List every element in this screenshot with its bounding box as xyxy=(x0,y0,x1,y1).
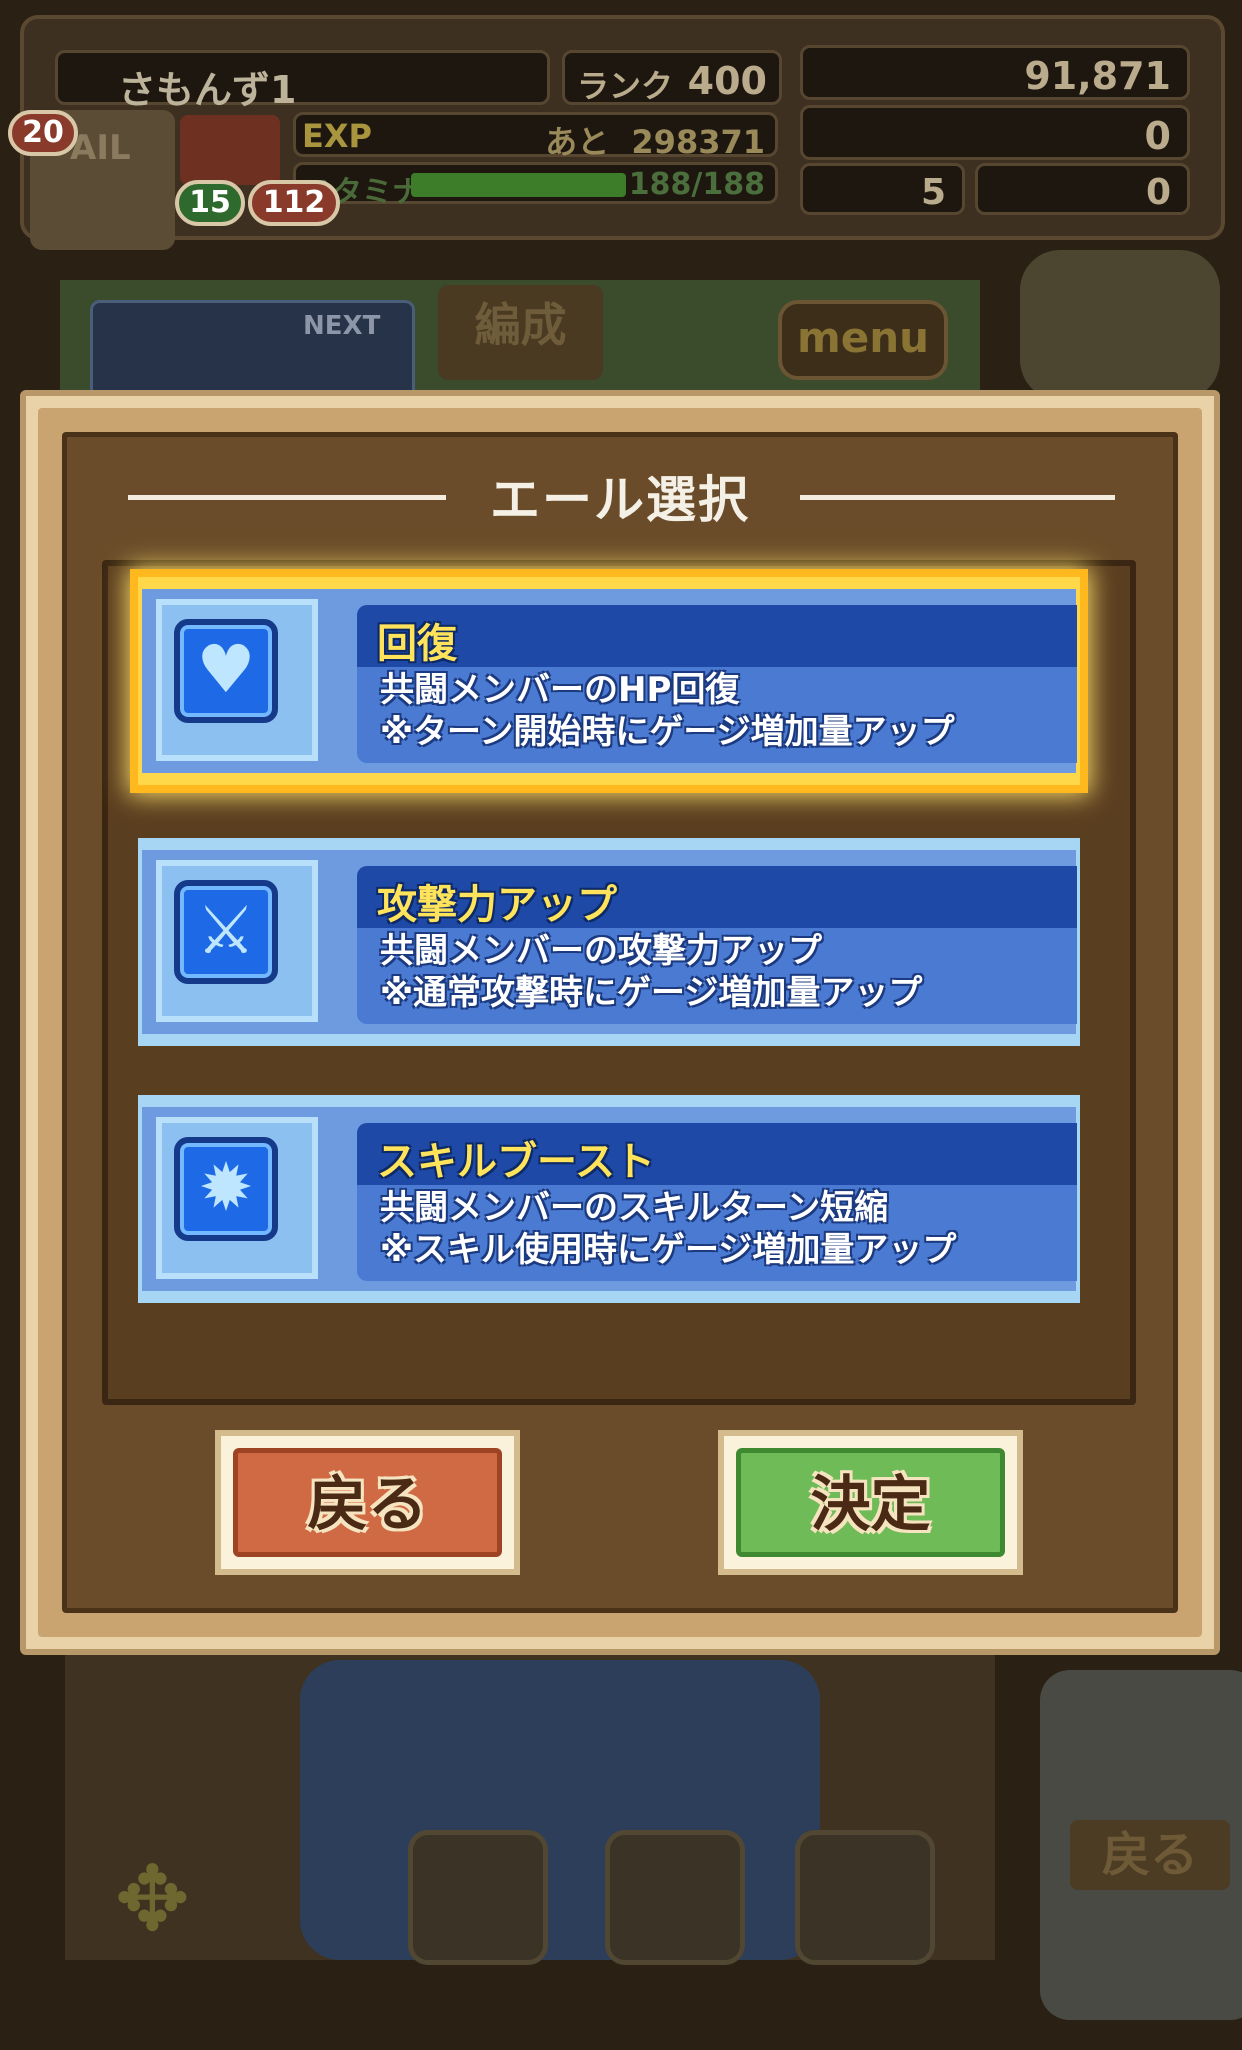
option-heal[interactable]: ♥ 回復 共闘メンバーのHP回復 ※ターン開始時にゲージ増加量アップ xyxy=(138,577,1080,785)
option-attack-up[interactable]: ⚔ 攻撃力アップ 共闘メンバーの攻撃力アップ ※通常攻撃時にゲージ増加量アップ xyxy=(138,838,1080,1046)
sword-icon: ⚔ xyxy=(174,880,278,984)
option-title: 回復 xyxy=(377,621,457,667)
option-skill-boost[interactable]: ✹ スキルブースト 共闘メンバーのスキルターン短縮 ※スキル使用時にゲージ増加量… xyxy=(138,1095,1080,1303)
confirm-button[interactable]: 決定 xyxy=(718,1430,1023,1575)
back-button-label: 戻る xyxy=(233,1448,502,1557)
confirm-button-label: 決定 xyxy=(736,1448,1005,1557)
option-description: 共闘メンバーのHP回復 ※ターン開始時にゲージ増加量アップ xyxy=(380,670,955,752)
option-title: スキルブースト xyxy=(377,1139,655,1185)
heart-target-icon: ♥ xyxy=(174,619,278,723)
sun-boost-icon: ✹ xyxy=(174,1137,278,1241)
option-description: 共闘メンバーのスキルターン短縮 ※スキル使用時にゲージ増加量アップ xyxy=(380,1188,957,1270)
back-button[interactable]: 戻る xyxy=(215,1430,520,1575)
option-description: 共闘メンバーの攻撃力アップ ※通常攻撃時にゲージ増加量アップ xyxy=(380,931,923,1013)
option-title-bar xyxy=(357,605,1077,667)
dialog-title: エール選択 xyxy=(490,471,750,529)
option-title: 攻撃力アップ xyxy=(377,882,617,928)
